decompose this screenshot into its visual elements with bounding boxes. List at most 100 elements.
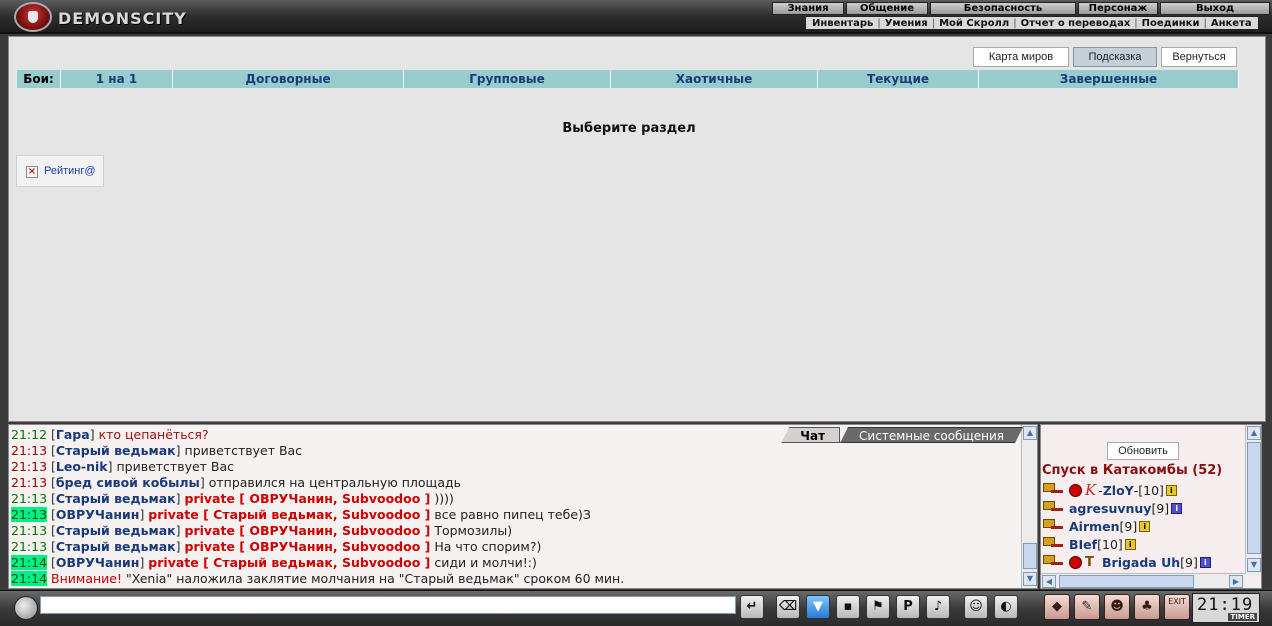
nav-profile[interactable]: Анкета xyxy=(1211,18,1252,29)
player-name[interactable]: ZloY xyxy=(1103,483,1134,498)
chat-scrollbar[interactable]: ▲ ▼ xyxy=(1021,425,1037,588)
chat-nick[interactable]: Старый ведьмак xyxy=(56,523,176,538)
player-name[interactable]: Airmen xyxy=(1069,519,1120,534)
fight-arrow-icon[interactable] xyxy=(1043,519,1065,533)
fight-arrow-icon[interactable] xyxy=(1043,483,1065,497)
player-info-icon[interactable]: i xyxy=(1124,538,1136,550)
filter-icon[interactable]: ▼ xyxy=(806,595,830,619)
tab-group[interactable]: Групповые xyxy=(404,70,611,88)
chat-nick[interactable]: бред сивой кобылы xyxy=(56,475,200,490)
sound-icon[interactable]: ♪ xyxy=(926,595,950,619)
refresh-button[interactable]: Обновить xyxy=(1107,442,1179,460)
eraser-icon[interactable]: ⌫ xyxy=(776,595,800,619)
tab-one-on-one[interactable]: 1 на 1 xyxy=(61,70,173,88)
player-row[interactable]: K- ZloY - [10] i xyxy=(1043,481,1243,499)
scroll-right-icon[interactable]: ▶ xyxy=(1229,575,1243,588)
tab-system-messages[interactable]: Системные сообщения xyxy=(840,427,1023,443)
bag-icon[interactable]: ◆ xyxy=(1044,594,1070,620)
tab-current[interactable]: Текущие xyxy=(818,70,979,88)
nav-character[interactable]: Персонаж xyxy=(1078,2,1158,15)
send-icon[interactable]: ↵ xyxy=(740,595,764,619)
nav-my-scroll[interactable]: Мой Скролл xyxy=(939,18,1009,29)
chat-timestamp[interactable]: 21:13 xyxy=(11,539,47,554)
chat-message-text: На что спорим?) xyxy=(434,539,542,554)
players-hscrollbar[interactable]: ◀ ▶ xyxy=(1041,573,1246,588)
tab-contract[interactable]: Договорные xyxy=(173,70,404,88)
chat-timestamp[interactable]: 21:13 xyxy=(11,507,48,522)
back-button[interactable]: Вернуться xyxy=(1161,47,1237,67)
tab-finished[interactable]: Завершенные xyxy=(979,70,1239,88)
rating-link[interactable]: Рейтинг@ xyxy=(44,165,96,177)
chat-nick[interactable]: ОВРУЧанин xyxy=(56,507,140,522)
nav-inventory[interactable]: Инвентарь xyxy=(812,18,873,29)
smiley-icon[interactable]: ☺ xyxy=(964,595,988,619)
character-icon[interactable]: ☻ xyxy=(1104,594,1130,620)
player-level: [10] xyxy=(1138,482,1164,498)
fight-arrow-icon[interactable] xyxy=(1043,501,1065,515)
chat-timestamp[interactable]: 21:13 xyxy=(11,523,47,538)
chat-nick[interactable]: Leo-nik xyxy=(56,459,108,474)
chat-timestamp[interactable]: 21:12 xyxy=(11,427,47,442)
private-recipients[interactable]: private [ ОВРУЧанин, Subvoodoo ] xyxy=(185,539,431,554)
hscroll-thumb[interactable] xyxy=(1059,575,1194,588)
scroll-down-icon[interactable]: ▼ xyxy=(1247,558,1261,572)
group-icon[interactable]: ♣ xyxy=(1134,594,1160,620)
scroll-up-icon[interactable]: ▲ xyxy=(1023,426,1037,440)
chat-nick[interactable]: Старый ведьмак xyxy=(56,539,176,554)
scroll-down-icon[interactable]: ▼ xyxy=(1023,572,1037,586)
scroll-thumb[interactable] xyxy=(1247,442,1261,554)
nav-transfer-report[interactable]: Отчет о переводах xyxy=(1021,18,1131,29)
player-name[interactable]: Brigada Uh xyxy=(1102,555,1180,570)
scroll-thumb[interactable] xyxy=(1023,543,1037,569)
exit-icon[interactable]: EXIT xyxy=(1164,594,1190,620)
save-icon[interactable]: ▪ xyxy=(836,595,860,619)
player-info-icon[interactable]: i xyxy=(1171,502,1183,514)
nav-security[interactable]: Безопасность xyxy=(930,2,1076,15)
player-name[interactable]: agresuvnuy xyxy=(1069,501,1151,516)
fight-arrow-icon[interactable] xyxy=(1043,555,1065,569)
pl-icon[interactable]: P xyxy=(896,595,920,619)
chat-mode-icon[interactable] xyxy=(14,596,38,620)
chat-timestamp[interactable]: 21:14 xyxy=(11,555,48,570)
player-list: K- ZloY - [10] i agresuvnuy [9] i Airmen [9] i BI… xyxy=(1043,481,1243,571)
chat-timestamp[interactable]: 21:13 xyxy=(11,475,47,490)
fight-arrow-icon[interactable] xyxy=(1043,537,1065,551)
chat-nick[interactable]: Старый ведьмак xyxy=(56,491,176,506)
private-recipients[interactable]: private [ ОВРУЧанин, Subvoodoo ] xyxy=(185,491,431,506)
nav-knowledge[interactable]: Знания xyxy=(772,2,844,15)
scroll-left-icon[interactable]: ◀ xyxy=(1042,575,1056,588)
chat-timestamp[interactable]: 21:13 xyxy=(11,443,47,458)
tab-chat[interactable]: Чат xyxy=(781,427,841,443)
scroll-up-icon[interactable]: ▲ xyxy=(1247,426,1261,440)
world-map-button[interactable]: Карта миров xyxy=(973,47,1069,67)
chat-nick[interactable]: Старый ведьмак xyxy=(56,443,176,458)
chat-nick[interactable]: Гара xyxy=(56,427,90,442)
tab-chaotic[interactable]: Хаотичные xyxy=(611,70,818,88)
chat-nick[interactable]: ОВРУЧанин xyxy=(56,555,140,570)
player-info-icon[interactable]: i xyxy=(1139,520,1151,532)
runner-icon[interactable]: ⚑ xyxy=(866,595,890,619)
nav-communication[interactable]: Общение xyxy=(846,2,928,15)
private-recipients[interactable]: private [ Старый ведьмак, Subvoodoo ] xyxy=(148,555,430,570)
player-name[interactable]: BIef xyxy=(1069,537,1097,552)
nav-duels[interactable]: Поединки xyxy=(1142,18,1200,29)
chat-timestamp[interactable]: 21:13 xyxy=(11,459,47,474)
player-row[interactable]: BIef [10] i xyxy=(1043,535,1243,553)
player-info-icon[interactable]: i xyxy=(1165,484,1177,496)
players-scrollbar[interactable]: ▲ ▼ xyxy=(1245,425,1261,575)
player-row[interactable]: T Brigada Uh [9] i xyxy=(1043,553,1243,571)
chat-timestamp[interactable]: 21:14 xyxy=(11,571,48,586)
chat-timestamp[interactable]: 21:13 xyxy=(11,491,47,506)
private-recipients[interactable]: private [ ОВРУЧанин, Subvoodoo ] xyxy=(185,523,431,538)
hint-button[interactable]: Подсказка xyxy=(1073,47,1157,67)
player-info-icon[interactable]: i xyxy=(1199,556,1211,568)
scroll-icon[interactable]: ✎ xyxy=(1074,594,1100,620)
player-row[interactable]: Airmen [9] i xyxy=(1043,517,1243,535)
chat-input[interactable] xyxy=(40,596,736,614)
helmet-icon[interactable]: ◐ xyxy=(994,595,1018,619)
rating-link-box[interactable]: × Рейтинг@ xyxy=(16,155,104,187)
nav-skills[interactable]: Умения xyxy=(885,18,928,29)
nav-exit[interactable]: Выход xyxy=(1160,2,1270,15)
player-row[interactable]: agresuvnuy [9] i xyxy=(1043,499,1243,517)
private-recipients[interactable]: private [ Старый ведьмак, Subvoodoo ] xyxy=(148,507,430,522)
